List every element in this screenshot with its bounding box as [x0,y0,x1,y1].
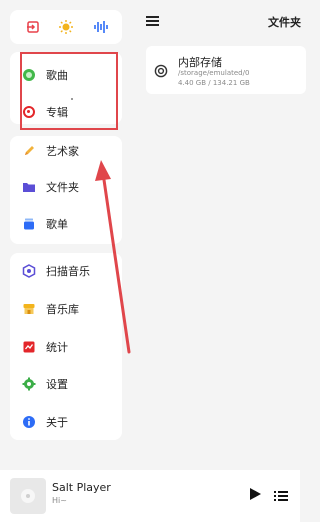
storage-name: 内部存储 [178,56,222,69]
song-title: Salt Player [52,481,111,494]
gear-icon [22,377,36,391]
disc-icon [21,489,35,503]
drawer-item-songs[interactable]: 歌曲 [22,63,118,87]
drawer-item-albums[interactable]: 专辑 [22,100,118,124]
drawer-item-stats[interactable]: 统计 [22,335,118,359]
drawer-top-icons [10,10,122,44]
album-disc-icon [22,105,36,119]
store-icon [22,302,36,316]
mini-player[interactable]: Salt Player Hi~ [0,470,300,522]
storage-path: /storage/emulated/0 [178,69,250,77]
info-icon [22,415,36,429]
drawer-item-about[interactable]: 关于 [22,410,118,434]
dust-mark [71,98,73,100]
pencil-icon [22,144,36,158]
tools-card: 扫描音乐 音乐库 统计 设置 关于 [10,253,122,440]
drawer-item-scan[interactable]: 扫描音乐 [22,259,118,283]
album-art[interactable] [10,478,46,514]
storage-item[interactable]: 内部存储 /storage/emulated/0 4.40 GB / 134.2… [146,46,306,94]
nav-card: 艺术家 文件夹 歌单 [10,136,122,244]
drawer-item-library[interactable]: 音乐库 [22,297,118,321]
scan-icon [22,264,36,278]
playlist-icon [22,217,36,231]
storage-size: 4.40 GB / 134.21 GB [178,79,250,87]
sun-icon[interactable] [57,18,75,36]
drawer-item-folders[interactable]: 文件夹 [22,175,118,199]
library-card: 歌曲 专辑 [10,52,122,124]
play-icon[interactable] [248,486,262,500]
song-disc-icon [22,68,36,82]
drawer-item-artists[interactable]: 艺术家 [22,139,118,163]
drawer-item-settings[interactable]: 设置 [22,372,118,396]
folder-icon [22,180,36,194]
menu-icon[interactable] [146,16,159,26]
drawer-item-playlists[interactable]: 歌单 [22,212,118,236]
page-title: 文件夹 [268,16,301,29]
queue-icon[interactable] [274,487,288,501]
song-subtitle: Hi~ [52,496,67,505]
exit-icon[interactable] [24,18,42,36]
stats-icon [22,340,36,354]
waveform-icon[interactable] [92,18,110,36]
storage-icon [154,63,168,78]
